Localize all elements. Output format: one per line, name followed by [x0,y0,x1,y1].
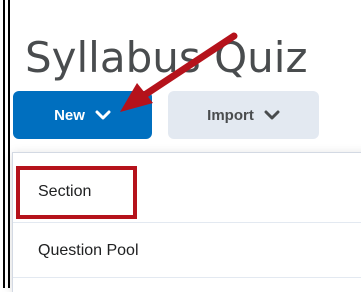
menu-item-question-pool[interactable]: Question Pool [13,222,361,278]
menu-item-label: Section [38,183,92,200]
new-button-label: New [54,106,85,124]
import-button[interactable]: Import [168,91,319,139]
new-button[interactable]: New [13,91,152,139]
menu-divider [13,277,361,278]
page-title: Syllabus Quiz [25,33,308,82]
menu-item-label: Question Pool [38,241,139,259]
chevron-down-icon [95,110,111,120]
chevron-down-icon [264,110,280,120]
window-frame-edge [0,0,10,288]
import-button-label: Import [207,106,254,124]
new-dropdown-menu: Section Question Pool [12,152,361,292]
menu-item-section[interactable]: Section [13,164,361,220]
